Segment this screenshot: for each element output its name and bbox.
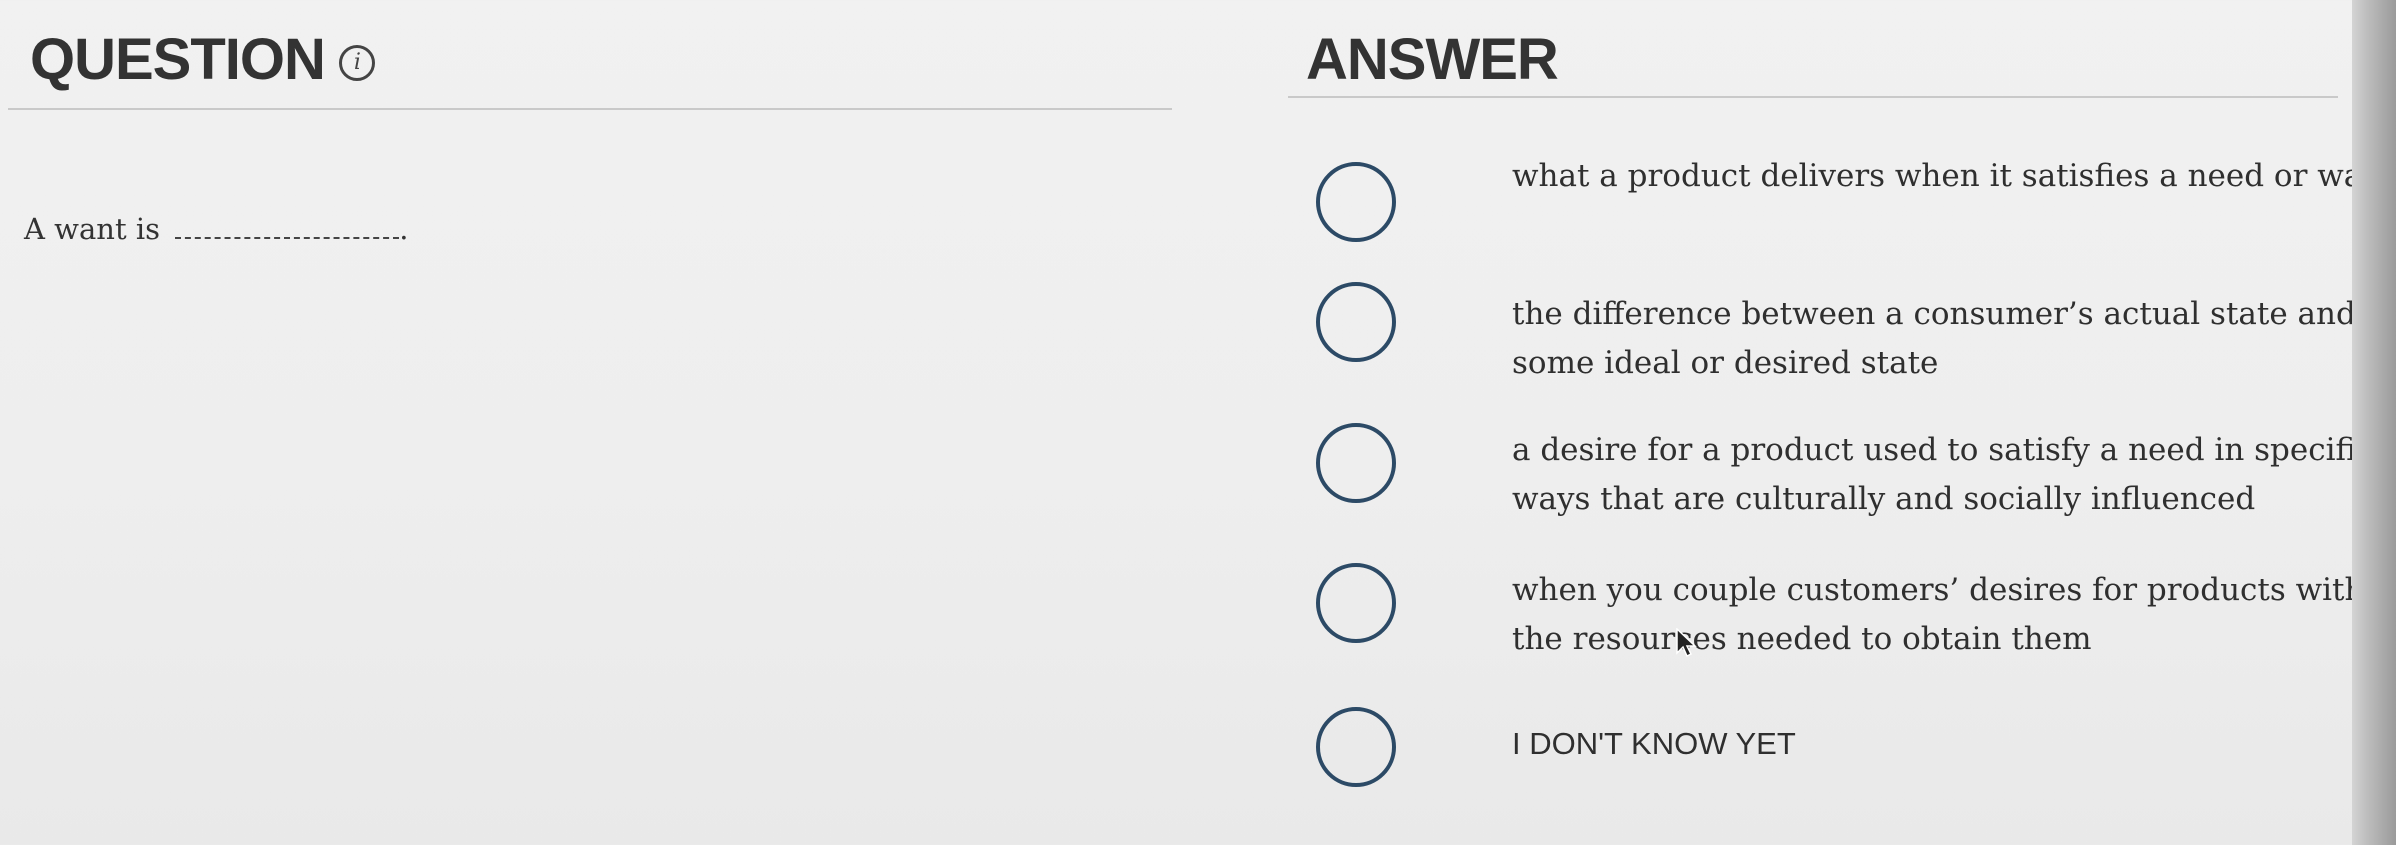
answer-option-label: I DON'T KNOW YET <box>1512 726 1796 761</box>
answer-option-label: the difference between a consumer’s actu… <box>1512 296 2356 381</box>
radio-unselected-icon[interactable] <box>1316 563 1396 643</box>
answer-divider <box>1288 96 2338 98</box>
answer-option-2[interactable]: the difference between a consumer’s actu… <box>1316 282 2396 388</box>
fill-in-blank <box>175 215 400 239</box>
screen-edge <box>2352 0 2396 845</box>
answer-heading: ANSWER <box>1306 27 1559 92</box>
answer-option-label: when you couple customers’ desires for p… <box>1512 572 2365 657</box>
radio-unselected-icon[interactable] <box>1316 282 1396 362</box>
mouse-pointer-icon <box>1676 628 1697 658</box>
answer-option-1[interactable]: what a product delivers when it satisfie… <box>1316 158 2396 242</box>
quiz-page: QUESTION i ANSWER A want is . what a pro… <box>0 0 2396 845</box>
question-divider <box>8 108 1172 110</box>
radio-unselected-icon[interactable] <box>1316 707 1396 787</box>
answer-option-4[interactable]: when you couple customers’ desires for p… <box>1316 563 2396 664</box>
answer-option-3[interactable]: a desire for a product used to satisfy a… <box>1316 423 2396 524</box>
question-heading: QUESTION i <box>30 24 375 96</box>
question-heading-label: QUESTION <box>30 27 326 92</box>
radio-unselected-icon[interactable] <box>1316 162 1396 242</box>
answer-option-label: a desire for a product used to satisfy a… <box>1512 432 2374 517</box>
answer-option-label: what a product delivers when it satisfie… <box>1512 158 2395 194</box>
question-stem-text: A want is <box>24 212 160 246</box>
radio-unselected-icon[interactable] <box>1316 423 1396 503</box>
question-stem: A want is . <box>24 208 408 250</box>
question-stem-period: . <box>399 212 409 246</box>
info-icon[interactable]: i <box>338 45 375 81</box>
answer-option-5[interactable]: I DON'T KNOW YET <box>1316 707 2396 787</box>
